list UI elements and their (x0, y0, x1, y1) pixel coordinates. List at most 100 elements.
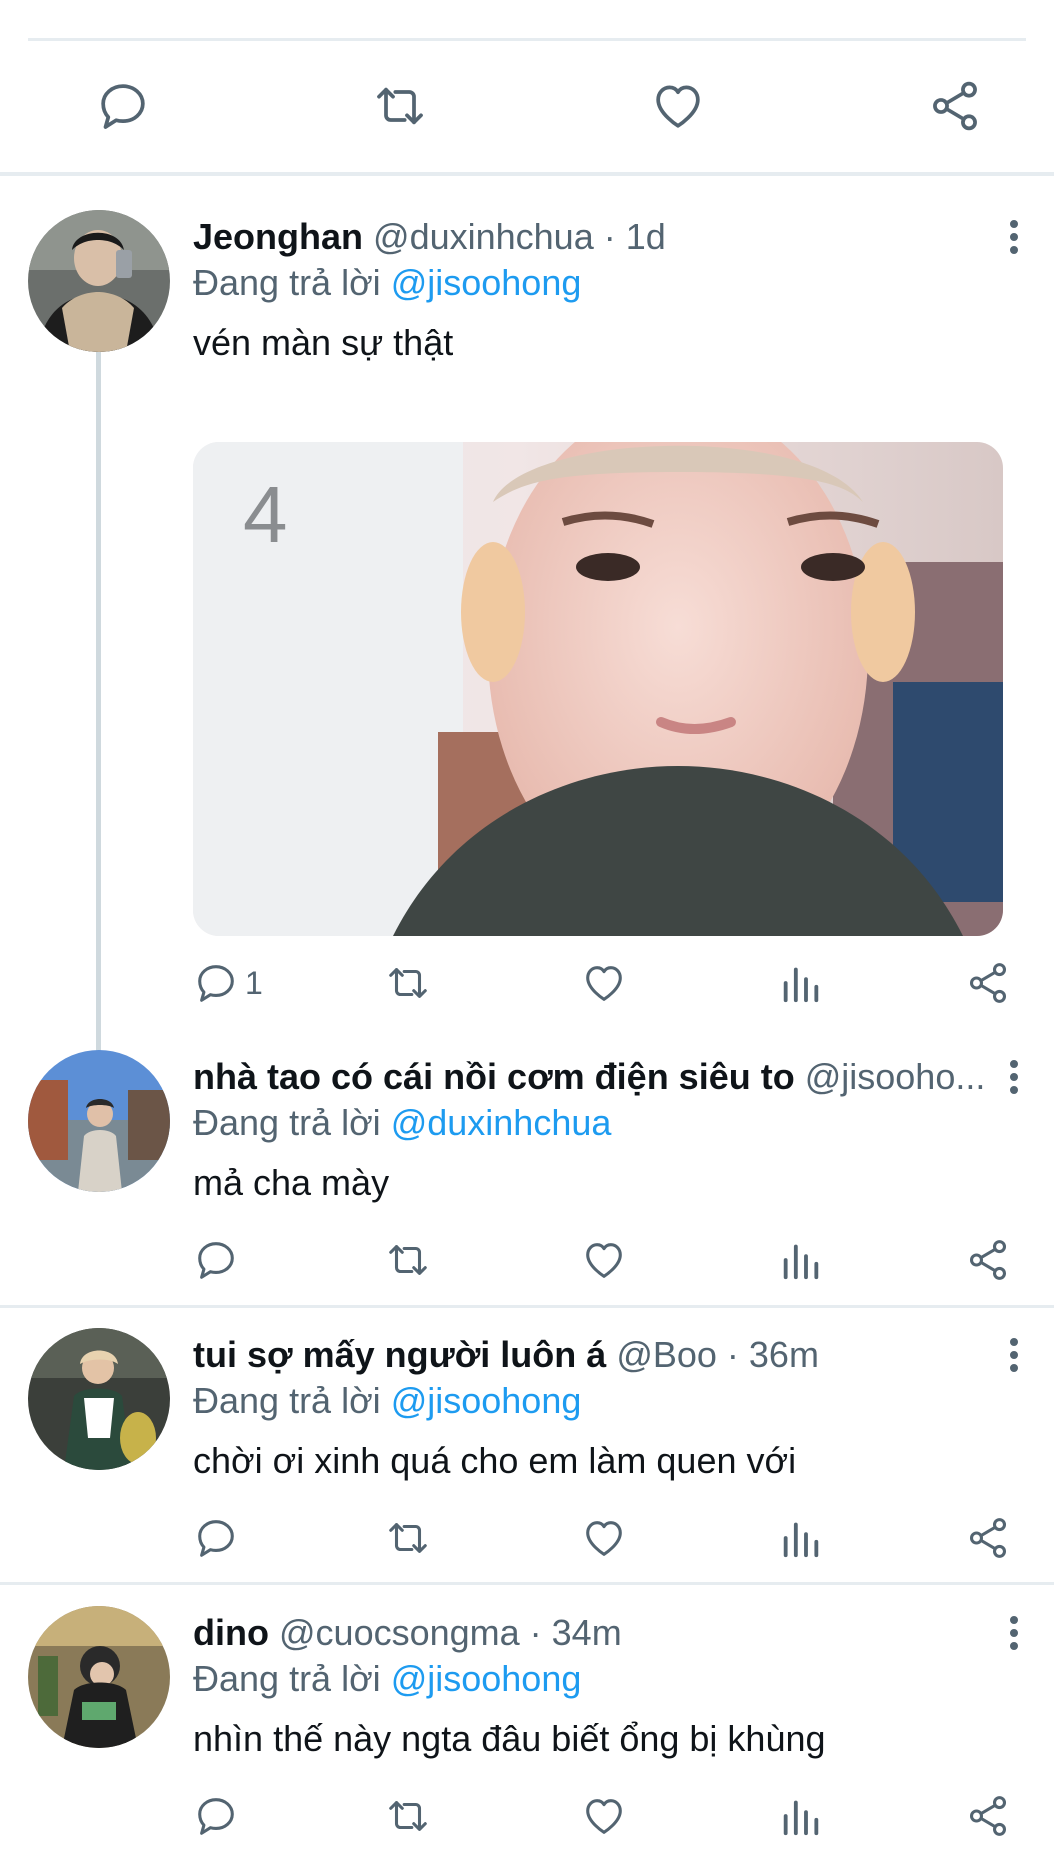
retweet-button[interactable] (370, 76, 430, 136)
avatar[interactable] (28, 1328, 170, 1470)
avatar[interactable] (28, 210, 170, 352)
reply-icon (101, 84, 145, 129)
retweet-icon (389, 968, 427, 998)
replying-to: Đang trả lời @jisoohong (193, 1654, 581, 1704)
tweet-actions (193, 1508, 1023, 1568)
like-button[interactable] (648, 76, 708, 136)
analytics-button[interactable] (778, 1230, 824, 1290)
reply-button[interactable] (193, 1786, 245, 1846)
retweet-icon (389, 1523, 427, 1553)
display-name[interactable]: tui sợ mấy người luôn á (193, 1334, 606, 1375)
tweet-header: tui sợ mấy người luôn á @Boo · 36m (193, 1330, 984, 1380)
replying-to: Đang trả lời @jisoohong (193, 1376, 581, 1426)
more-vertical-icon (1010, 220, 1018, 254)
analytics-button[interactable] (778, 1786, 824, 1846)
more-menu-button[interactable] (994, 1330, 1034, 1380)
like-button[interactable] (581, 1786, 627, 1846)
retweet-icon (389, 1245, 427, 1275)
reply-icon (198, 965, 234, 1002)
analytics-icon (783, 1800, 819, 1836)
reply-icon (198, 1242, 234, 1279)
heart-icon (586, 1521, 622, 1556)
replying-to-label: Đang trả lời (193, 1102, 381, 1143)
share-icon (969, 1518, 1007, 1558)
more-vertical-icon (1010, 1338, 1018, 1372)
handle-and-time: @duxinhchua · 1d (373, 216, 666, 257)
heart-icon (586, 966, 622, 1001)
share-button[interactable] (925, 76, 985, 136)
replying-to-handle[interactable]: @jisoohong (391, 1380, 582, 1421)
reply-icon (198, 1798, 234, 1835)
heart-icon (586, 1243, 622, 1278)
reply-button[interactable] (93, 76, 153, 136)
more-menu-button[interactable] (994, 212, 1034, 262)
analytics-icon (783, 1244, 819, 1280)
replying-to-handle[interactable]: @jisoohong (391, 262, 582, 303)
tweet-text: vén màn sự thật (193, 322, 454, 363)
handle-and-time: @jisooho... (804, 1056, 984, 1097)
replying-to-handle[interactable]: @jisoohong (391, 1658, 582, 1699)
share-icon (933, 81, 977, 131)
more-vertical-icon (1010, 1060, 1018, 1094)
retweet-button[interactable] (383, 1230, 433, 1290)
tweet-text: chời ơi xinh quá cho em làm quen với (193, 1440, 797, 1481)
previous-tweet-actions (0, 66, 1054, 146)
share-button[interactable] (965, 1786, 1011, 1846)
retweet-button[interactable] (383, 1786, 433, 1846)
tweet-divider (0, 1305, 1054, 1308)
display-name[interactable]: dino (193, 1612, 269, 1653)
tweet-actions: 1 (193, 953, 1023, 1013)
replying-to-label: Đang trả lời (193, 1658, 381, 1699)
replying-to-label: Đang trả lời (193, 262, 381, 303)
retweet-icon (377, 87, 423, 125)
share-icon (969, 1796, 1007, 1836)
share-icon (969, 963, 1007, 1003)
retweet-icon (389, 1801, 427, 1831)
tweet-photo[interactable]: 4 (193, 442, 1003, 936)
reply-button[interactable]: 1 (193, 953, 263, 1013)
tweet-text: mả cha mày (193, 1162, 390, 1203)
retweet-button[interactable] (383, 953, 433, 1013)
analytics-icon (783, 1522, 819, 1558)
reply-button[interactable] (193, 1230, 245, 1290)
reply-count: 1 (245, 964, 263, 1001)
tweet-header: nhà tao có cái nồi cơm điện siêu to @jis… (193, 1052, 984, 1102)
analytics-button[interactable] (778, 1508, 824, 1568)
section-divider (0, 172, 1054, 176)
tweet-actions (193, 1230, 1023, 1290)
display-name[interactable]: Jeonghan (193, 216, 363, 257)
reply-button[interactable] (193, 1508, 245, 1568)
replying-to-handle[interactable]: @duxinhchua (391, 1102, 612, 1143)
avatar[interactable] (28, 1606, 170, 1748)
more-vertical-icon (1010, 1616, 1018, 1650)
like-button[interactable] (581, 1230, 627, 1290)
tweet-actions (193, 1786, 1023, 1846)
display-name[interactable]: nhà tao có cái nồi cơm điện siêu to (193, 1056, 795, 1097)
tweet-divider (0, 1582, 1054, 1585)
tweet-text: nhìn thế này ngta đâu biết ổng bị khùng (193, 1718, 826, 1759)
retweet-button[interactable] (383, 1508, 433, 1568)
share-icon (969, 1240, 1007, 1280)
handle-and-time: @cuocsongma · 34m (279, 1612, 622, 1653)
share-button[interactable] (965, 1508, 1011, 1568)
tweet-header: Jeonghan @duxinhchua · 1d (193, 212, 984, 262)
replying-to: Đang trả lời @jisoohong (193, 258, 581, 308)
share-button[interactable] (965, 953, 1011, 1013)
top-divider (28, 38, 1026, 41)
like-button[interactable] (581, 953, 627, 1013)
more-menu-button[interactable] (994, 1608, 1034, 1658)
heart-icon (656, 85, 700, 128)
svg-text:4: 4 (243, 470, 288, 559)
like-button[interactable] (581, 1508, 627, 1568)
tweet-header: dino @cuocsongma · 34m (193, 1608, 984, 1658)
heart-icon (586, 1799, 622, 1834)
more-menu-button[interactable] (994, 1052, 1034, 1102)
reply-icon (198, 1520, 234, 1557)
thread-line (96, 352, 101, 1052)
replying-to-label: Đang trả lời (193, 1380, 381, 1421)
analytics-button[interactable] (778, 953, 824, 1013)
share-button[interactable] (965, 1230, 1011, 1290)
analytics-icon (783, 967, 819, 1003)
handle-and-time: @Boo · 36m (616, 1334, 819, 1375)
avatar[interactable] (28, 1050, 170, 1192)
